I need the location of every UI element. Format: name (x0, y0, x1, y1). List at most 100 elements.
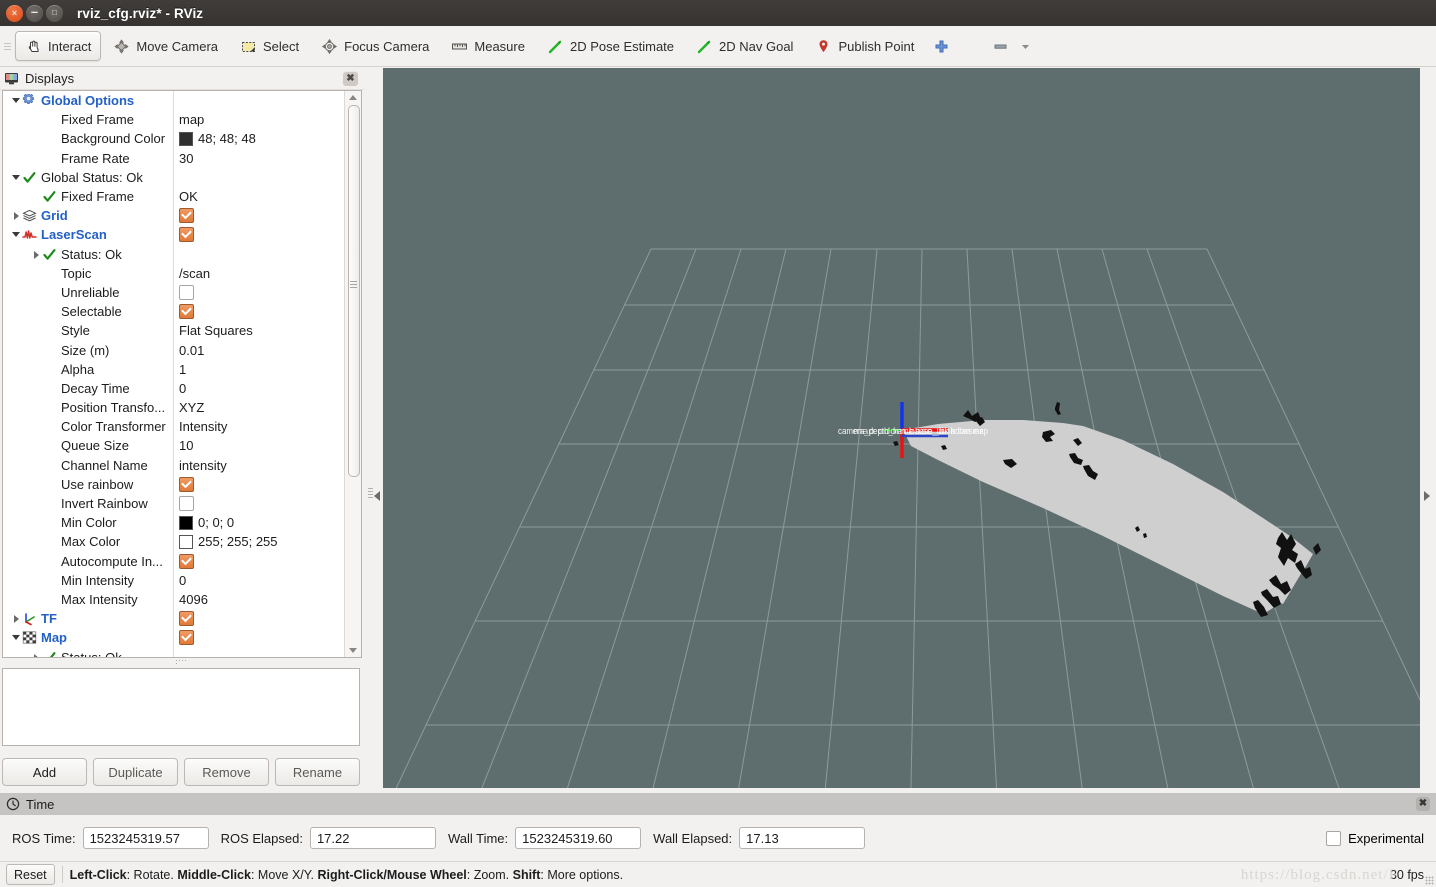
tree-row-checkbox[interactable] (179, 284, 194, 300)
tree-row-checkbox[interactable] (179, 476, 194, 492)
tree-row[interactable]: Grid (3, 206, 343, 225)
tree-row-value[interactable]: 0; 0; 0 (179, 515, 234, 530)
tree-row[interactable]: Fixed Frame OK (3, 187, 343, 206)
tree-row[interactable]: Use rainbow (3, 475, 343, 494)
tool-publish-point[interactable]: Publish Point (805, 31, 924, 61)
tree-row-value[interactable] (179, 611, 194, 627)
tree-row-value[interactable] (179, 227, 194, 243)
tree-row-checkbox[interactable] (179, 611, 194, 627)
tree-row[interactable]: Fixed Frame map (3, 110, 343, 129)
displays-horizontal-splitter[interactable] (2, 658, 360, 666)
scrollbar-thumb[interactable] (348, 105, 360, 477)
tree-row-checkbox[interactable] (179, 208, 194, 224)
maximize-window-button[interactable]: □ (46, 4, 63, 22)
tree-row-value[interactable]: 0.01 (179, 343, 204, 358)
tree-row-value[interactable]: 0 (179, 381, 186, 396)
tree-row[interactable]: Min Intensity 0 (3, 571, 343, 590)
tree-row[interactable]: Channel Name intensity (3, 456, 343, 475)
tree-row-value[interactable] (179, 284, 194, 300)
rename-button[interactable]: Rename (275, 758, 360, 786)
collapse-left-panel-arrow-icon[interactable] (374, 491, 380, 501)
chevron-down-icon[interactable] (11, 172, 22, 183)
chevron-right-icon[interactable] (11, 210, 22, 221)
tree-row[interactable]: Map (3, 628, 343, 647)
add-button[interactable]: Add (2, 758, 87, 786)
tool-interact[interactable]: Interact (15, 31, 102, 61)
expand-right-panel-arrow-icon[interactable] (1424, 491, 1430, 501)
ros-time-input[interactable] (82, 827, 209, 849)
tree-row[interactable]: Style Flat Squares (3, 321, 343, 340)
tree-row-value[interactable] (179, 553, 194, 569)
tree-row-value[interactable]: 10 (179, 438, 193, 453)
close-displays-panel-button[interactable]: ✖ (343, 71, 358, 86)
chevron-down-icon[interactable] (11, 95, 22, 106)
tree-row-value[interactable]: Intensity (179, 419, 227, 434)
color-swatch[interactable] (179, 131, 193, 146)
tree-row-value[interactable] (179, 476, 194, 492)
tree-row[interactable]: Background Color 48; 48; 48 (3, 129, 343, 148)
remove-tool-button[interactable] (987, 31, 1014, 61)
left-panel-splitter[interactable] (364, 68, 383, 788)
add-tool-button[interactable] (926, 31, 957, 61)
scroll-down-arrow[interactable] (349, 648, 357, 653)
tree-row[interactable]: Max Color 255; 255; 255 (3, 532, 343, 551)
wall-elapsed-input[interactable] (739, 827, 866, 849)
tree-row[interactable]: Global Status: Ok (3, 168, 343, 187)
tree-row[interactable]: Unreliable (3, 283, 343, 302)
chevron-right-icon[interactable] (11, 613, 22, 624)
tree-row[interactable]: Alpha 1 (3, 360, 343, 379)
tree-row-value[interactable] (179, 304, 194, 320)
scroll-up-arrow[interactable] (349, 95, 357, 100)
tree-row-checkbox[interactable] (179, 630, 194, 646)
tree-row-value[interactable]: /scan (179, 266, 210, 281)
chevron-right-icon[interactable] (31, 249, 42, 260)
tool-select[interactable]: Select (230, 31, 309, 61)
tree-row-value[interactable] (179, 630, 194, 646)
toolbar-drag-handle[interactable] (3, 38, 12, 54)
tree-row[interactable]: Selectable (3, 302, 343, 321)
tree-row-value[interactable]: Flat Squares (179, 323, 253, 338)
tree-row[interactable]: Status: Ok (3, 245, 343, 264)
displays-tree[interactable]: Global Options Fixed Frame map Background C… (3, 91, 343, 657)
tree-row-checkbox[interactable] (179, 304, 194, 320)
tree-row[interactable]: Queue Size 10 (3, 436, 343, 455)
tree-row[interactable]: Frame Rate 30 (3, 149, 343, 168)
color-swatch[interactable] (179, 515, 193, 530)
tree-row[interactable]: Invert Rainbow (3, 494, 343, 513)
tree-row[interactable]: Status: Ok (3, 647, 343, 657)
tree-row[interactable]: Position Transfo... XYZ (3, 398, 343, 417)
tree-row-value[interactable]: intensity (179, 458, 227, 473)
toolbar-overflow-button[interactable] (1016, 31, 1035, 61)
tree-row[interactable]: LaserScan (3, 225, 343, 244)
tool-2d-nav-goal[interactable]: 2D Nav Goal (686, 31, 803, 61)
tree-row[interactable]: Topic/scan (3, 264, 343, 283)
tree-row[interactable]: Size (m) 0.01 (3, 340, 343, 359)
tree-row[interactable]: TF (3, 609, 343, 628)
tree-row-value[interactable]: 1 (179, 362, 186, 377)
reset-button[interactable]: Reset (6, 864, 55, 885)
duplicate-button[interactable]: Duplicate (93, 758, 178, 786)
render-view-3d[interactable]: camera_depth_frame base_link odom map ma… (383, 68, 1420, 788)
right-panel-splitter[interactable] (1420, 68, 1436, 788)
minimize-window-button[interactable]: – (26, 4, 43, 22)
chevron-down-icon[interactable] (11, 632, 22, 643)
tree-row[interactable]: Autocompute In... (3, 552, 343, 571)
tool-focus-camera[interactable]: Focus Camera (311, 31, 439, 61)
wall-time-input[interactable] (515, 827, 642, 849)
tree-row-value[interactable]: XYZ (179, 400, 204, 415)
color-swatch[interactable] (179, 534, 193, 549)
tree-row[interactable]: Color Transformer Intensity (3, 417, 343, 436)
displays-tree-container[interactable]: Global Options Fixed Frame map Background C… (2, 90, 362, 658)
chevron-down-icon[interactable] (11, 229, 22, 240)
tree-row-value[interactable]: 48; 48; 48 (179, 131, 256, 146)
tool-move-camera[interactable]: Move Camera (103, 31, 228, 61)
tree-row-checkbox[interactable] (179, 227, 194, 243)
tree-row-value[interactable]: 4096 (179, 592, 208, 607)
tree-row-checkbox[interactable] (179, 553, 194, 569)
tree-row-value[interactable] (179, 208, 194, 224)
tree-row-value[interactable]: 30 (179, 151, 193, 166)
tree-row[interactable]: Decay Time 0 (3, 379, 343, 398)
tree-row[interactable]: Max Intensity 4096 (3, 590, 343, 609)
experimental-toggle[interactable]: Experimental (1326, 830, 1424, 846)
remove-button[interactable]: Remove (184, 758, 269, 786)
